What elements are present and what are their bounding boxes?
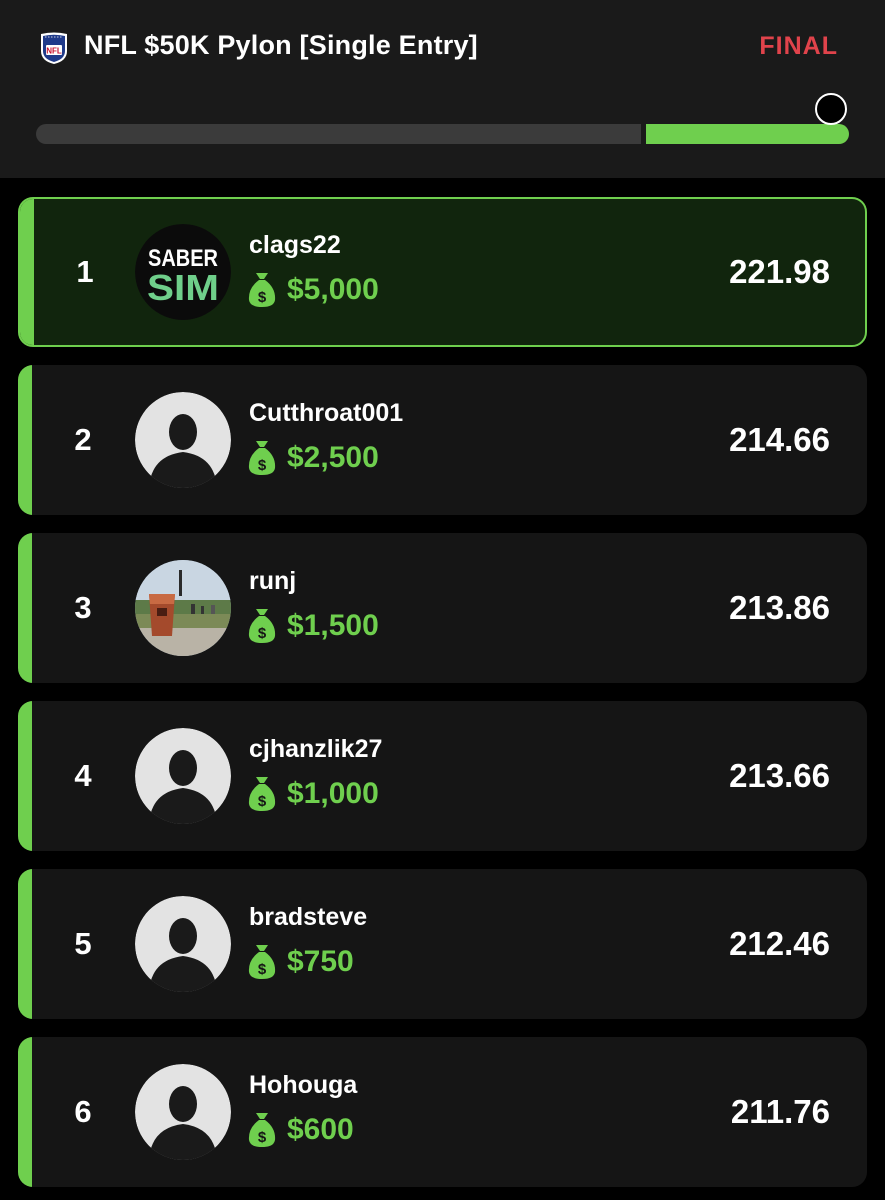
prize-value: $2,500 bbox=[287, 441, 379, 474]
default-user-icon bbox=[135, 896, 231, 992]
fantasy-score: 211.76 bbox=[730, 1093, 830, 1130]
money-bag-icon: $ bbox=[248, 945, 276, 979]
username[interactable]: cjhanzlik27 bbox=[249, 735, 382, 764]
svg-text:$: $ bbox=[258, 625, 267, 642]
avatar[interactable] bbox=[135, 392, 231, 488]
leaderboard-row[interactable]: 4 cjhanzlik27 $ $1,000 213.66 bbox=[18, 701, 867, 851]
avatar[interactable] bbox=[135, 560, 231, 656]
fantasy-score: 213.86 bbox=[729, 589, 830, 626]
svg-text:$: $ bbox=[258, 457, 267, 474]
nfl-shield-icon: NFL bbox=[41, 32, 67, 64]
fantasy-score: 213.66 bbox=[729, 757, 830, 794]
rank-number: 3 bbox=[74, 590, 92, 625]
prize-value: $600 bbox=[287, 1113, 354, 1146]
money-bag-icon: $ bbox=[248, 441, 276, 475]
contest-title: NFL $50K Pylon [Single Entry] bbox=[84, 30, 478, 60]
username[interactable]: Cutthroat001 bbox=[249, 399, 403, 428]
prize-amount: $ $1,500 bbox=[247, 607, 379, 645]
rank-number: 4 bbox=[74, 758, 92, 793]
username[interactable]: bradsteve bbox=[249, 903, 367, 932]
rank-number: 2 bbox=[74, 422, 92, 457]
money-bag-icon: $ bbox=[248, 1113, 276, 1147]
fantasy-score: 221.98 bbox=[729, 253, 830, 290]
contest-progress-bar bbox=[36, 124, 849, 144]
avatar[interactable] bbox=[135, 1064, 231, 1160]
contest-status-label: FINAL bbox=[759, 32, 838, 60]
sabersim-logo-icon: SABERSIM bbox=[135, 224, 231, 320]
money-bag-icon: $ bbox=[248, 777, 276, 811]
leaderboard-row[interactable]: 6 Hohouga $ $600 211.76 bbox=[18, 1037, 867, 1187]
default-user-icon bbox=[135, 392, 231, 488]
prize-amount: $ $750 bbox=[247, 943, 354, 981]
prize-value: $1,000 bbox=[287, 777, 379, 810]
prize-amount: $ $600 bbox=[247, 1111, 354, 1149]
username[interactable]: Hohouga bbox=[249, 1071, 357, 1100]
prize-amount: $ $1,000 bbox=[247, 775, 379, 813]
svg-text:$: $ bbox=[258, 289, 267, 306]
fantasy-score: 212.46 bbox=[729, 925, 830, 962]
svg-text:$: $ bbox=[258, 793, 267, 810]
prize-amount: $ $2,500 bbox=[247, 439, 379, 477]
contest-leaderboard-screen: NFL NFL $50K Pylon [Single Entry] FINAL … bbox=[0, 0, 885, 1200]
prize-value: $1,500 bbox=[287, 609, 379, 642]
username[interactable]: runj bbox=[249, 567, 296, 596]
drink-photo-icon bbox=[135, 560, 231, 656]
progress-knob bbox=[815, 93, 847, 125]
progress-remaining bbox=[36, 124, 641, 144]
svg-text:$: $ bbox=[258, 961, 267, 978]
default-user-icon bbox=[135, 728, 231, 824]
leaderboard-row[interactable]: 5 bradsteve $ $750 212.46 bbox=[18, 869, 867, 1019]
leaderboard-list: 1 SABER SIM clags22 $ $5,000 221.98 2 Cutthroat0… bbox=[18, 197, 867, 1200]
money-bag-icon: $ bbox=[248, 273, 276, 307]
svg-text:$: $ bbox=[258, 1129, 267, 1146]
default-user-icon bbox=[135, 1064, 231, 1160]
username[interactable]: clags22 bbox=[249, 231, 341, 260]
money-bag-icon: $ bbox=[248, 609, 276, 643]
prize-amount: $ $5,000 bbox=[247, 271, 379, 309]
contest-header: NFL NFL $50K Pylon [Single Entry] FINAL bbox=[0, 0, 885, 178]
rank-number: 6 bbox=[74, 1094, 92, 1129]
rank-number: 5 bbox=[74, 926, 92, 961]
avatar[interactable] bbox=[135, 728, 231, 824]
leaderboard-row[interactable]: 2 Cutthroat001 $ $2,500 214.66 bbox=[18, 365, 867, 515]
fantasy-score: 214.66 bbox=[729, 421, 830, 458]
avatar[interactable] bbox=[135, 896, 231, 992]
progress-fill bbox=[646, 124, 849, 144]
leaderboard-row[interactable]: 3 runj $ $1,500 213.86 bbox=[18, 533, 867, 683]
svg-text:SIM: SIM bbox=[147, 267, 219, 308]
nfl-logo-text: NFL bbox=[46, 46, 62, 55]
leaderboard-row[interactable]: 1 SABER SIM clags22 $ $5,000 221.98 bbox=[18, 197, 867, 347]
rank-number: 1 bbox=[76, 254, 94, 289]
prize-value: $5,000 bbox=[287, 273, 379, 306]
prize-value: $750 bbox=[287, 945, 354, 978]
avatar[interactable]: SABER SIM bbox=[135, 224, 231, 320]
